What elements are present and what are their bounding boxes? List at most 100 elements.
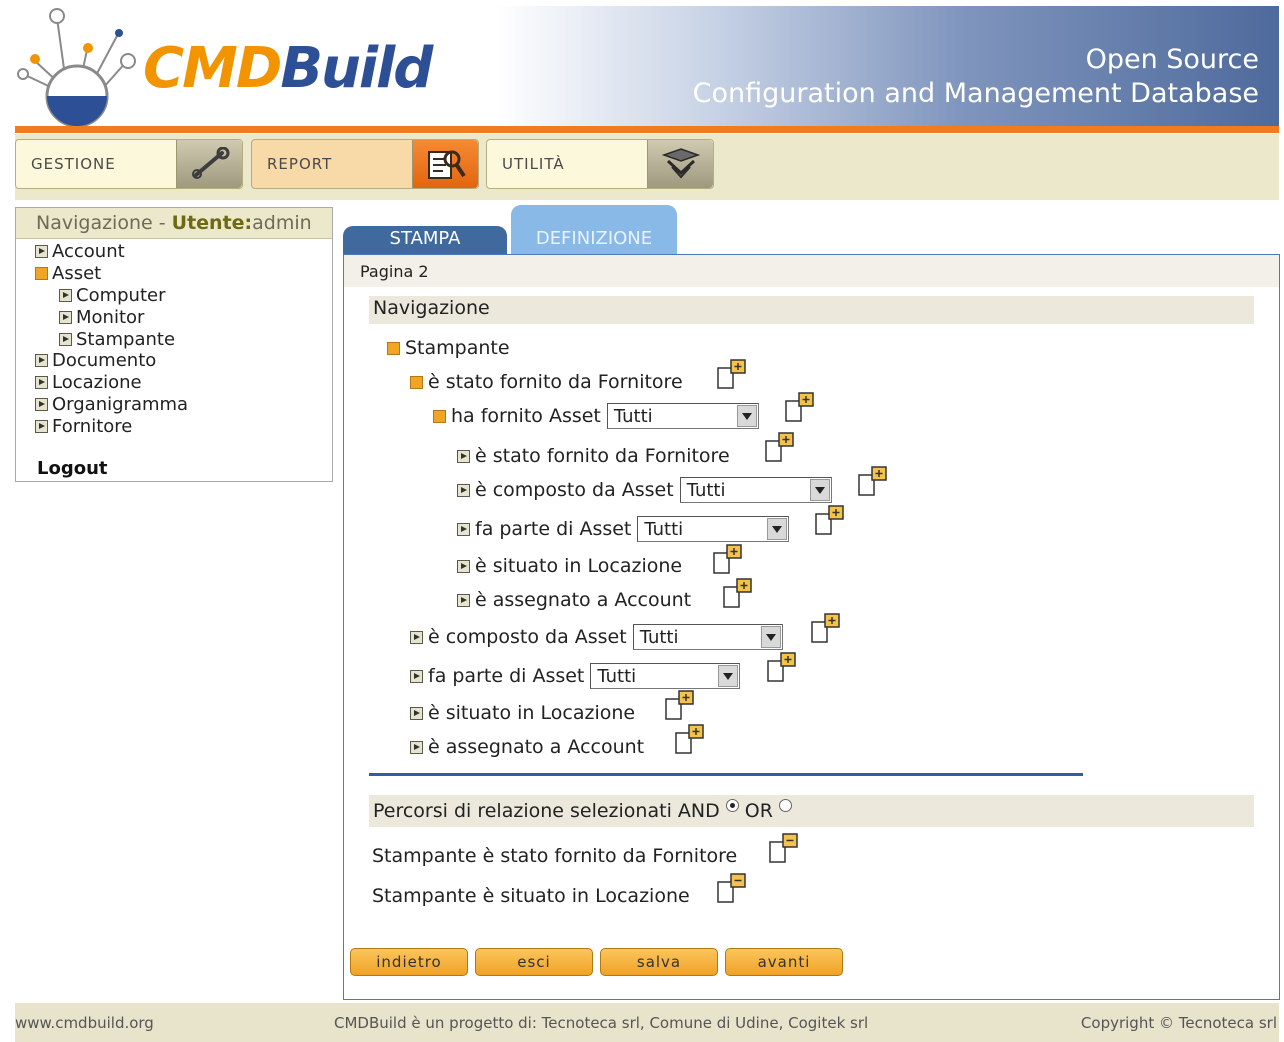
navigation-section-header: Navigazione	[369, 296, 1254, 324]
menu-gestione-label: GESTIONE	[31, 155, 116, 173]
dropdown-arrow-icon[interactable]	[718, 665, 739, 687]
nav-tree-item-locazione[interactable]: Locazione	[35, 372, 142, 393]
logout-link[interactable]: Logout	[37, 458, 108, 479]
and-radio[interactable]	[725, 799, 739, 812]
nav-tree-item-monitor[interactable]: Monitor	[59, 307, 144, 328]
navigation-panel-title: Navigazione - Utente:admin	[16, 208, 332, 239]
cmdbuild-logo-icon	[17, 8, 136, 126]
add-path-icon[interactable]	[722, 578, 754, 610]
main-menu-bar: GESTIONE REPORT UTILITÀ	[15, 134, 1279, 200]
add-path-icon[interactable]	[857, 466, 889, 498]
tree-collapse-icon[interactable]	[433, 409, 446, 423]
relation-tree-item[interactable]: è stato fornito da Fornitore	[457, 445, 730, 467]
toolbox-icon	[647, 140, 713, 188]
tab-stampa[interactable]: STAMPA	[343, 226, 507, 256]
menu-gestione-button[interactable]: GESTIONE	[15, 139, 243, 189]
relation-tree-item[interactable]: è composto da Asset Tutti	[410, 624, 783, 650]
exit-button[interactable]: esci	[475, 948, 593, 976]
app-header: CMDBuild Open Source Configuration and M…	[15, 6, 1279, 126]
tree-expand-icon[interactable]	[457, 483, 470, 497]
add-path-icon[interactable]	[814, 505, 846, 537]
relation-tree-item[interactable]: è composto da Asset Tutti	[457, 477, 832, 503]
dropdown-arrow-icon[interactable]	[736, 405, 757, 427]
selected-paths-header: Percorsi di relazione selezionati AND OR	[369, 795, 1254, 827]
tree-collapse-icon[interactable]	[387, 341, 400, 355]
add-path-icon[interactable]	[764, 432, 796, 464]
tree-expand-icon[interactable]	[35, 376, 48, 389]
header-divider	[15, 126, 1279, 133]
relation-tree-item[interactable]: ha fornito Asset Tutti	[433, 403, 759, 429]
add-path-icon[interactable]	[766, 652, 798, 684]
remove-path-icon[interactable]	[716, 873, 748, 905]
tagline-line1: Open Source	[1085, 44, 1259, 75]
relation-tree-item[interactable]: è situato in Locazione	[457, 555, 682, 577]
tagline-line2: Configuration and Management Database	[692, 78, 1259, 109]
remove-path-icon[interactable]	[768, 833, 800, 865]
tree-expand-icon[interactable]	[35, 245, 48, 258]
relation-tree-item[interactable]: fa parte di Asset Tutti	[410, 663, 741, 689]
tree-expand-icon[interactable]	[457, 449, 470, 463]
report-search-icon	[412, 140, 478, 188]
next-button[interactable]: avanti	[725, 948, 843, 976]
menu-report-label: REPORT	[267, 155, 333, 173]
tree-collapse-icon[interactable]	[35, 267, 48, 280]
relation-tree-item[interactable]: è stato fornito da Fornitore	[410, 371, 683, 393]
add-path-icon[interactable]	[784, 392, 816, 424]
add-path-icon[interactable]	[810, 613, 842, 645]
or-radio[interactable]	[778, 799, 792, 812]
footer-site-link[interactable]: www.cmdbuild.org	[15, 1014, 154, 1032]
selected-path-item: Stampante è stato fornito da Fornitore	[372, 845, 738, 867]
add-path-icon[interactable]	[664, 690, 696, 722]
page-indicator: Pagina 2	[344, 255, 1279, 287]
asset-filter-select[interactable]: Tutti	[590, 663, 741, 689]
relation-tree-item[interactable]: è situato in Locazione	[410, 702, 635, 724]
footer-copyright: Copyright © Tecnoteca srl	[1080, 1014, 1277, 1032]
asset-filter-select[interactable]: Tutti	[632, 624, 783, 650]
selected-path-item: Stampante è situato in Locazione	[372, 885, 690, 907]
dropdown-arrow-icon[interactable]	[760, 626, 781, 648]
nav-tree-item-account[interactable]: Account	[35, 241, 125, 262]
tree-expand-icon[interactable]	[457, 522, 470, 536]
asset-filter-select[interactable]: Tutti	[637, 516, 790, 542]
dropdown-arrow-icon[interactable]	[809, 479, 830, 501]
add-path-icon[interactable]	[716, 359, 748, 391]
nav-tree-item-computer[interactable]: Computer	[59, 285, 165, 306]
back-button[interactable]: indietro	[350, 948, 468, 976]
menu-utilita-button[interactable]: UTILITÀ	[486, 139, 714, 189]
footer-project-text: CMDBuild è un progetto di: Tecnoteca srl…	[334, 1014, 869, 1032]
tree-expand-icon[interactable]	[35, 420, 48, 433]
save-button[interactable]: salva	[600, 948, 718, 976]
tree-expand-icon[interactable]	[410, 706, 423, 720]
nav-tree-item-documento[interactable]: Documento	[35, 350, 156, 371]
nav-tree-item-asset[interactable]: Asset	[35, 263, 101, 284]
menu-report-button[interactable]: REPORT	[251, 139, 479, 189]
tree-expand-icon[interactable]	[457, 593, 470, 607]
tree-expand-icon[interactable]	[59, 333, 72, 346]
tree-expand-icon[interactable]	[410, 669, 423, 683]
tree-expand-icon[interactable]	[59, 311, 72, 324]
relation-tree-item[interactable]: Stampante	[387, 337, 510, 359]
relation-tree-item[interactable]: fa parte di Asset Tutti	[457, 516, 790, 542]
tree-collapse-icon[interactable]	[410, 375, 423, 389]
tree-expand-icon[interactable]	[35, 398, 48, 411]
app-logo-text: CMDBuild	[143, 36, 433, 101]
relation-tree-item[interactable]: è assegnato a Account	[410, 736, 644, 758]
page-footer: www.cmdbuild.org CMDBuild è un progetto …	[15, 1003, 1279, 1042]
tab-definizione[interactable]: DEFINIZIONE	[511, 205, 677, 256]
tree-expand-icon[interactable]	[457, 559, 470, 573]
wrench-icon	[176, 140, 242, 188]
add-path-icon[interactable]	[712, 544, 744, 576]
asset-filter-select[interactable]: Tutti	[679, 477, 832, 503]
main-panel: Pagina 2 Navigazione Stampante è stato f…	[343, 254, 1280, 1000]
tree-expand-icon[interactable]	[35, 354, 48, 367]
nav-tree-item-stampante[interactable]: Stampante	[59, 329, 175, 350]
nav-tree-item-fornitore[interactable]: Fornitore	[35, 416, 132, 437]
dropdown-arrow-icon[interactable]	[767, 518, 788, 540]
tree-expand-icon[interactable]	[410, 740, 423, 754]
tree-expand-icon[interactable]	[59, 289, 72, 302]
asset-filter-select[interactable]: Tutti	[606, 403, 759, 429]
tree-expand-icon[interactable]	[410, 630, 423, 644]
relation-tree-item[interactable]: è assegnato a Account	[457, 589, 691, 611]
add-path-icon[interactable]	[674, 724, 706, 756]
nav-tree-item-organigramma[interactable]: Organigramma	[35, 394, 188, 415]
